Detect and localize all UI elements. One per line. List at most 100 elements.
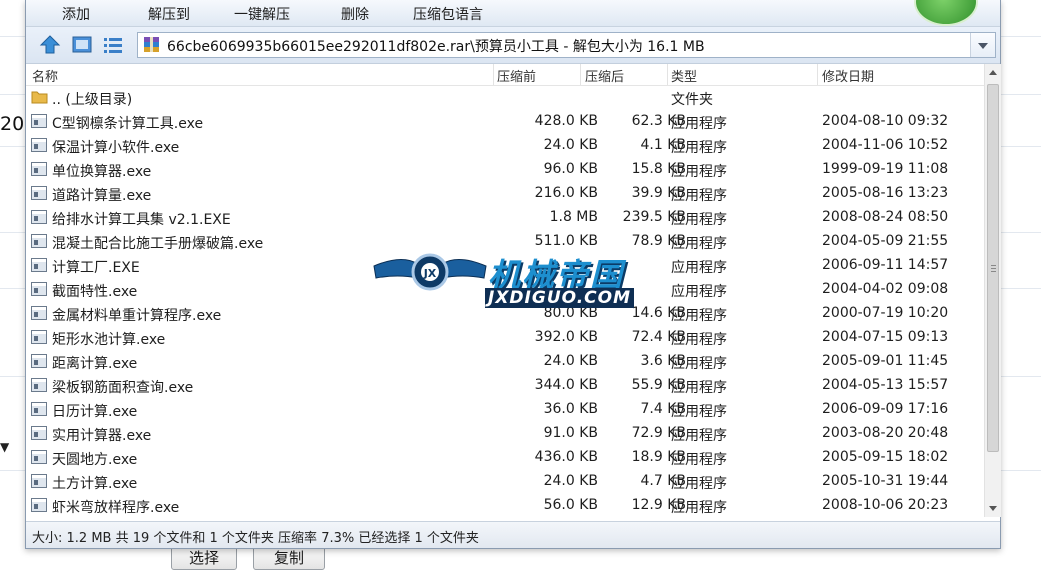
file-type: 应用程序 bbox=[671, 308, 727, 324]
toolbar: 添加 解压到 一键解压 删除 压缩包语言 bbox=[26, 0, 1000, 27]
file-type: 应用程序 bbox=[671, 236, 727, 252]
application-icon bbox=[31, 474, 47, 488]
delete-button[interactable]: 删除 bbox=[341, 4, 369, 24]
file-type: 应用程序 bbox=[671, 116, 727, 132]
file-name: 天圆地方.exe bbox=[52, 452, 138, 468]
application-icon bbox=[31, 162, 47, 176]
thumbnail-view-icon[interactable] bbox=[70, 33, 94, 57]
column-header-size[interactable]: 压缩前 bbox=[497, 66, 536, 85]
wing-gear-logo-icon: JX bbox=[373, 253, 487, 291]
table-row[interactable]: 距离计算.exe 24.0 KB 3.6 KB 应用程序 2005-09-01 11:4… bbox=[26, 350, 984, 374]
file-modified-date: 2006-09-09 17:16 bbox=[822, 401, 949, 417]
file-name: 道路计算量.exe bbox=[52, 188, 152, 204]
file-name: 实用计算器.exe bbox=[52, 428, 152, 444]
application-icon bbox=[31, 306, 47, 320]
one-click-extract-button[interactable]: 一键解压 bbox=[234, 4, 290, 24]
file-modified-date: 2005-09-15 18:02 bbox=[822, 449, 949, 465]
file-name: 距离计算.exe bbox=[52, 356, 138, 372]
status-text: 大小: 1.2 MB 共 19 个文件和 1 个文件夹 压缩率 7.3% 已经选… bbox=[32, 531, 479, 546]
table-row[interactable]: 给排水计算工具集 v2.1.EXE 1.8 MB 239.5 KB 应用程序 2008-… bbox=[26, 206, 984, 230]
file-name: 金属材料单重计算程序.exe bbox=[52, 308, 222, 324]
copy-button[interactable]: 复制 bbox=[253, 546, 325, 570]
file-modified-date: 2006-09-11 14:57 bbox=[822, 257, 949, 273]
file-modified-date: 2004-05-09 21:55 bbox=[822, 233, 949, 249]
table-row[interactable]: 天圆地方.exe 436.0 KB 18.9 KB 应用程序 2005-09-15 18… bbox=[26, 446, 984, 470]
file-modified-date: 1999-09-19 11:08 bbox=[822, 161, 949, 177]
table-row[interactable]: 实用计算器.exe 91.0 KB 72.9 KB 应用程序 2003-08-20 20… bbox=[26, 422, 984, 446]
file-type: 应用程序 bbox=[671, 380, 727, 396]
status-bar: 大小: 1.2 MB 共 19 个文件和 1 个文件夹 压缩率 7.3% 已经选… bbox=[26, 521, 1000, 548]
table-row[interactable]: .. (上级目录) 文件夹 bbox=[26, 86, 984, 110]
file-type: 应用程序 bbox=[671, 332, 727, 348]
path-text: 66cbe6069935b66015ee292011df802e.rar\预算员… bbox=[167, 39, 705, 55]
column-header-name[interactable]: 名称 bbox=[32, 66, 58, 85]
file-size: 24.0 KB bbox=[543, 473, 598, 489]
scroll-up-arrow-icon[interactable] bbox=[985, 64, 1001, 81]
column-divider[interactable] bbox=[580, 64, 581, 85]
file-type: 应用程序 bbox=[671, 452, 727, 468]
file-type: 应用程序 bbox=[671, 404, 727, 420]
file-modified-date: 2005-09-01 11:45 bbox=[822, 353, 949, 369]
application-icon bbox=[31, 210, 47, 224]
path-dropdown-button[interactable] bbox=[970, 33, 995, 57]
file-name: 日历计算.exe bbox=[52, 404, 138, 420]
scroll-thumb[interactable] bbox=[987, 84, 999, 452]
application-icon bbox=[31, 378, 47, 392]
file-name: 虾米弯放样程序.exe bbox=[52, 500, 180, 516]
file-size: 344.0 KB bbox=[534, 377, 598, 393]
watermark-subtitle: JXDIGUO.COM bbox=[485, 288, 635, 308]
file-size: 392.0 KB bbox=[534, 329, 598, 345]
table-row[interactable]: 保温计算小软件.exe 24.0 KB 4.1 KB 应用程序 2004-11-06 1… bbox=[26, 134, 984, 158]
list-view-icon[interactable] bbox=[101, 33, 125, 57]
column-divider[interactable] bbox=[667, 64, 668, 85]
file-name: 矩形水池计算.exe bbox=[52, 332, 166, 348]
table-row[interactable]: 日历计算.exe 36.0 KB 7.4 KB 应用程序 2006-09-09 17:1… bbox=[26, 398, 984, 422]
table-row[interactable]: 单位换算器.exe 96.0 KB 15.8 KB 应用程序 1999-09-19 11… bbox=[26, 158, 984, 182]
file-modified-date: 2004-05-13 15:57 bbox=[822, 377, 949, 393]
archive-language-button[interactable]: 压缩包语言 bbox=[413, 4, 483, 24]
application-icon bbox=[31, 426, 47, 440]
file-size: 428.0 KB bbox=[534, 113, 598, 129]
table-row[interactable]: 梁板钢筋面积查询.exe 344.0 KB 55.9 KB 应用程序 2004-05-1… bbox=[26, 374, 984, 398]
file-modified-date: 2004-08-10 09:32 bbox=[822, 113, 949, 129]
file-size: 436.0 KB bbox=[534, 449, 598, 465]
select-button[interactable]: 选择 bbox=[171, 546, 237, 570]
up-arrow-icon[interactable] bbox=[38, 33, 62, 57]
application-icon bbox=[31, 138, 47, 152]
table-row[interactable]: 道路计算量.exe 216.0 KB 39.9 KB 应用程序 2005-08-16 1… bbox=[26, 182, 984, 206]
table-row[interactable]: 矩形水池计算.exe 392.0 KB 72.4 KB 应用程序 2004-07-15 … bbox=[26, 326, 984, 350]
grip-icon bbox=[991, 265, 996, 272]
application-icon bbox=[31, 498, 47, 512]
file-modified-date: 2005-10-31 19:44 bbox=[822, 473, 949, 489]
column-header-modified[interactable]: 修改日期 bbox=[822, 66, 874, 85]
column-divider[interactable] bbox=[817, 64, 818, 85]
file-size: 511.0 KB bbox=[534, 233, 598, 249]
file-type: 应用程序 bbox=[671, 188, 727, 204]
file-name: 给排水计算工具集 v2.1.EXE bbox=[52, 212, 231, 228]
file-name: 土方计算.exe bbox=[52, 476, 138, 492]
application-icon bbox=[31, 330, 47, 344]
table-row[interactable]: C型钢檩条计算工具.exe 428.0 KB 62.3 KB 应用程序 2004-08-… bbox=[26, 110, 984, 134]
list-header: 名称 压缩前 压缩后 类型 修改日期 bbox=[26, 64, 984, 86]
path-field[interactable]: 66cbe6069935b66015ee292011df802e.rar\预算员… bbox=[137, 32, 996, 58]
add-button[interactable]: 添加 bbox=[62, 4, 90, 24]
vertical-scrollbar[interactable] bbox=[984, 64, 1001, 517]
file-modified-date: 2004-11-06 10:52 bbox=[822, 137, 949, 153]
bg-dropdown-arrow[interactable]: ▼ bbox=[0, 440, 9, 454]
file-type: 应用程序 bbox=[671, 260, 727, 276]
file-modified-date: 2004-07-15 09:13 bbox=[822, 329, 949, 345]
column-divider[interactable] bbox=[493, 64, 494, 85]
application-icon bbox=[31, 450, 47, 464]
file-modified-date: 2008-10-06 20:23 bbox=[822, 497, 949, 513]
application-icon bbox=[31, 114, 47, 128]
scroll-down-arrow-icon[interactable] bbox=[985, 500, 1001, 517]
file-modified-date: 2008-08-24 08:50 bbox=[822, 209, 949, 225]
folder-icon bbox=[31, 91, 48, 104]
column-header-type[interactable]: 类型 bbox=[671, 66, 697, 85]
file-type: 应用程序 bbox=[671, 356, 727, 372]
table-row[interactable]: 虾米弯放样程序.exe 56.0 KB 12.9 KB 应用程序 2008-10-06 … bbox=[26, 494, 984, 517]
column-header-packed[interactable]: 压缩后 bbox=[585, 66, 624, 85]
table-row[interactable]: 土方计算.exe 24.0 KB 4.7 KB 应用程序 2005-10-31 19:4… bbox=[26, 470, 984, 494]
svg-text:JX: JX bbox=[423, 267, 437, 280]
extract-to-button[interactable]: 解压到 bbox=[148, 4, 190, 24]
